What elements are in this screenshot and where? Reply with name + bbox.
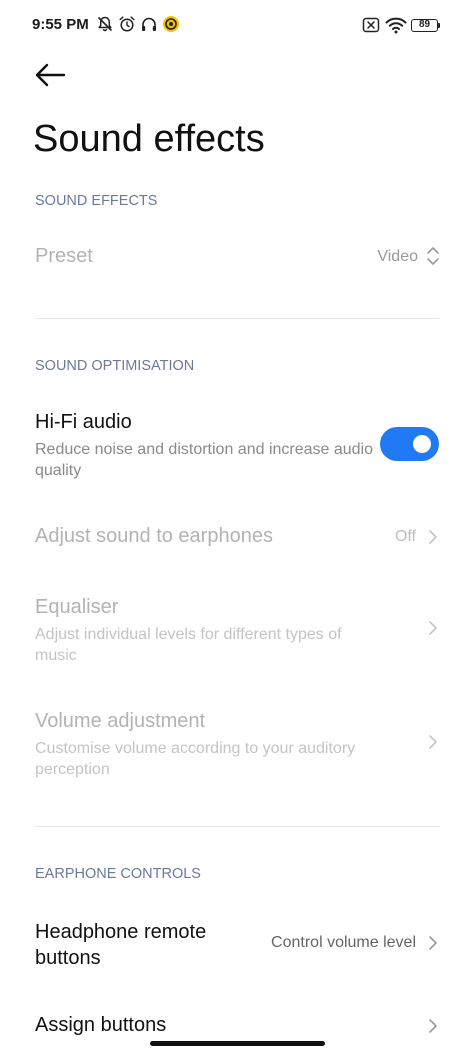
- volume-adjustment-title: Volume adjustment: [35, 710, 206, 732]
- equaliser-summary: Adjust individual levels for different t…: [35, 626, 342, 664]
- section-header-sound-optimisation: SOUND OPTIMISATION: [35, 358, 195, 374]
- volume-adjustment-row[interactable]: Volume adjustment Customise volume accor…: [0, 699, 474, 784]
- battery-tip: [438, 23, 440, 28]
- hifi-audio-toggle[interactable]: [380, 427, 439, 461]
- divider: [35, 826, 439, 827]
- chevron-right-icon: [429, 936, 437, 950]
- headphone-remote-buttons-value: Control volume level: [271, 934, 416, 951]
- arrow-left-icon: [35, 63, 66, 87]
- volume-adjustment-summary: Customise volume according to your audit…: [35, 740, 356, 778]
- status-bar: 9:55 PM 89: [0, 0, 474, 52]
- gesture-nav-handle[interactable]: [150, 1041, 325, 1046]
- preset-title: Preset: [35, 245, 93, 267]
- adjust-sound-earphones-row[interactable]: Adjust sound to earphones Off: [0, 510, 474, 566]
- hifi-audio-title: Hi-Fi audio: [35, 411, 132, 433]
- page-title: Sound effects: [33, 118, 265, 160]
- adjust-sound-earphones-title: Adjust sound to earphones: [35, 525, 273, 547]
- equaliser-title: Equaliser: [35, 596, 119, 618]
- section-header-sound-effects: SOUND EFFECTS: [35, 193, 158, 209]
- wifi-icon: [385, 17, 407, 34]
- battery-level: 89: [418, 19, 431, 30]
- chevron-right-icon: [429, 621, 437, 635]
- battery-icon: 89: [411, 19, 438, 32]
- back-button[interactable]: [30, 58, 70, 92]
- chevron-right-icon: [429, 1019, 437, 1033]
- alarm-icon: [119, 16, 135, 32]
- assign-buttons-title: Assign buttons: [35, 1014, 167, 1036]
- toggle-knob: [413, 435, 431, 453]
- headphone-remote-buttons-row[interactable]: Headphone remote buttons Control volume …: [0, 910, 474, 980]
- adjust-sound-earphones-value: Off: [394, 528, 416, 545]
- hifi-audio-summary: Reduce noise and distortion and increase…: [35, 441, 374, 479]
- section-header-earphone-controls: EARPHONE CONTROLS: [35, 866, 201, 882]
- chevron-right-icon: [429, 735, 437, 749]
- notifications-muted-icon: [97, 16, 113, 32]
- divider: [35, 318, 439, 319]
- sim-blocked-icon: [362, 17, 380, 33]
- chevron-right-icon: [429, 530, 437, 544]
- headphones-icon: [142, 17, 156, 31]
- equaliser-row[interactable]: Equaliser Adjust individual levels for d…: [0, 585, 474, 670]
- preset-value: Video: [377, 248, 418, 265]
- status-time: 9:55 PM: [32, 16, 89, 33]
- preset-row[interactable]: Preset Video: [0, 230, 474, 290]
- headphone-remote-buttons-title: Headphone remote buttons: [35, 921, 207, 969]
- up-down-chevron-icon: [427, 247, 439, 265]
- app-notification-icon: [163, 16, 179, 32]
